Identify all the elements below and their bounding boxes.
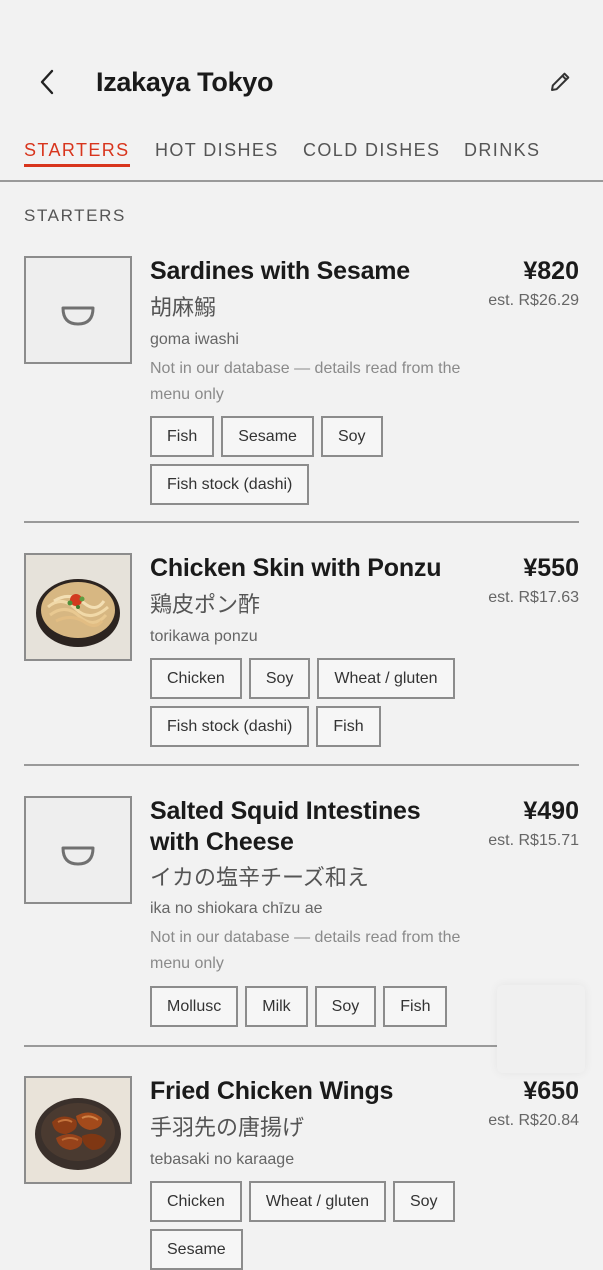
tab-cold-dishes[interactable]: COLD DISHES — [303, 138, 440, 162]
active-tab-indicator — [24, 164, 130, 167]
chevron-left-icon — [40, 69, 54, 95]
divider — [24, 521, 579, 523]
allergen-tag: Fish — [150, 416, 215, 457]
dish-image-placeholder — [24, 256, 132, 364]
allergen-tag: Sesame — [221, 416, 314, 457]
dish-name: Fried Chicken Wings — [150, 1077, 394, 1105]
allergen-tag: Fish — [383, 986, 448, 1027]
divider — [24, 764, 579, 766]
dish-japanese-name: 手羽先の唐揚げ — [150, 1115, 305, 1140]
category-tabs: STARTERS HOT DISHES COLD DISHES DRINKS — [0, 130, 603, 182]
allergen-tags: Chicken Soy Wheat / gluten Fish stock (d… — [150, 658, 480, 747]
dish-price: ¥550 — [523, 554, 579, 582]
page-title: Izakaya Tokyo — [96, 67, 274, 97]
dish-japanese-name: イカの塩辛チーズ和え — [150, 865, 369, 890]
allergen-tag: Chicken — [150, 658, 242, 699]
dish-price: ¥490 — [523, 797, 579, 825]
dish-price-estimate: est. R$17.63 — [488, 589, 579, 606]
database-note: Not in our database — details read from … — [150, 929, 461, 972]
app-header: Izakaya Tokyo — [0, 0, 603, 130]
dish-romaji: tebasaki no karaage — [150, 1151, 295, 1168]
tab-drinks[interactable]: DRINKS — [464, 138, 540, 162]
dish-card[interactable]: Sardines with Sesame ¥820 est. R$26.29 胡… — [24, 256, 579, 506]
dish-card[interactable]: Chicken Skin with Ponzu ¥550 est. R$17.6… — [24, 553, 579, 753]
dish-price: ¥820 — [523, 257, 579, 285]
allergen-tag: Soy — [248, 658, 311, 699]
dish-price: ¥650 — [523, 1077, 579, 1105]
pencil-icon — [551, 72, 570, 91]
dish-name: Sardines with Sesame — [150, 257, 411, 285]
allergen-tag: Fish stock (dashi) — [150, 464, 310, 505]
dish-card[interactable]: Fried Chicken Wings ¥650 est. R$20.84 手羽… — [24, 1076, 579, 1270]
allergen-tags: Mollusc Milk Soy Fish — [150, 986, 480, 1027]
tab-hot-dishes[interactable]: HOT DISHES — [155, 138, 279, 162]
allergen-tag: Fish — [316, 706, 381, 747]
bowl-icon — [61, 846, 95, 866]
dish-price-estimate: est. R$15.71 — [488, 832, 579, 849]
noodle-bowl-photo — [26, 555, 130, 659]
dish-japanese-name: 鶏皮ポン酢 — [150, 592, 261, 617]
dish-japanese-name: 胡麻鰯 — [150, 295, 217, 320]
dish-photo — [24, 553, 132, 661]
allergen-tag: Milk — [245, 986, 308, 1027]
allergen-tag: Soy — [392, 1181, 455, 1222]
dish-price-estimate: est. R$26.29 — [488, 292, 579, 309]
dish-price-estimate: est. R$20.84 — [488, 1112, 579, 1129]
allergen-tags: Chicken Wheat / gluten Soy Sesame — [150, 1181, 480, 1270]
allergen-tag: Soy — [320, 416, 383, 457]
allergen-tag: Wheat / gluten — [248, 1181, 386, 1222]
dish-romaji: torikawa ponzu — [150, 628, 258, 645]
allergen-tag: Mollusc — [150, 986, 239, 1027]
chicken-wings-photo — [26, 1078, 130, 1182]
dish-name: Salted Squid Intestines with Cheese — [150, 797, 421, 856]
allergen-tag: Chicken — [150, 1181, 242, 1222]
dish-photo — [24, 1076, 132, 1184]
allergen-tag: Soy — [314, 986, 377, 1027]
allergen-tag: Wheat / gluten — [317, 658, 455, 699]
divider — [24, 1045, 497, 1047]
dish-card[interactable]: Salted Squid Intestines with Cheese ¥490… — [24, 796, 579, 1031]
database-note: Not in our database — details read from … — [150, 360, 461, 403]
dish-name: Chicken Skin with Ponzu — [150, 554, 442, 582]
back-button[interactable] — [32, 62, 64, 102]
allergen-tags: Fish Sesame Soy Fish stock (dashi) — [150, 416, 480, 505]
dish-romaji: goma iwashi — [150, 331, 239, 348]
section-heading: STARTERS — [24, 206, 126, 225]
edit-button[interactable] — [544, 66, 576, 98]
allergen-tag: Sesame — [150, 1229, 243, 1270]
allergen-tag: Fish stock (dashi) — [150, 706, 310, 747]
floating-action-button[interactable] — [497, 985, 585, 1073]
bowl-icon — [61, 306, 95, 326]
dish-romaji: ika no shiokara chīzu ae — [150, 900, 323, 917]
tab-starters[interactable]: STARTERS — [24, 138, 130, 162]
dish-image-placeholder — [24, 796, 132, 904]
